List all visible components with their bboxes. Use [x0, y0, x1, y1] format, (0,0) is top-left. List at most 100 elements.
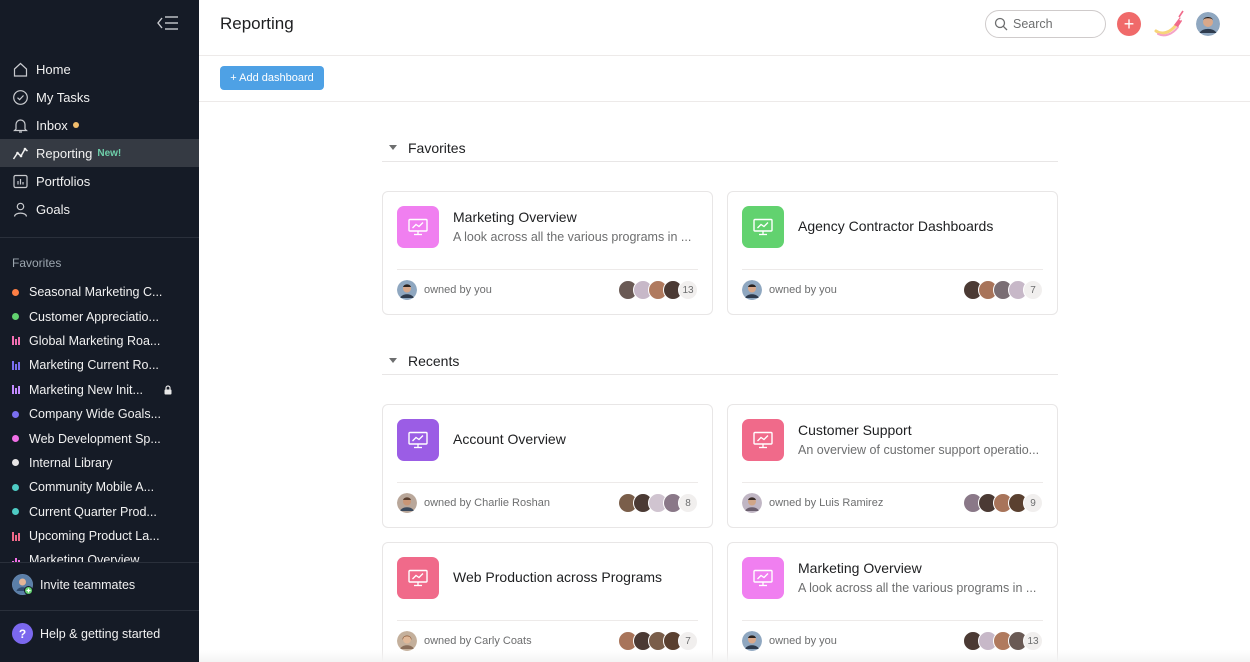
card-divider	[742, 269, 1043, 270]
owner-avatar	[742, 493, 762, 513]
member-avatars[interactable]: 7	[618, 631, 698, 651]
owner-avatar	[742, 631, 762, 651]
card-divider	[742, 620, 1043, 621]
favorites-header: Favorites	[12, 256, 62, 270]
caret-down-icon	[389, 358, 397, 363]
dashboard-card[interactable]: Marketing Overview A look across all the…	[382, 191, 713, 315]
owner-avatar	[397, 280, 417, 300]
portfolio-bars-icon	[12, 360, 21, 370]
favorite-item[interactable]: Community Mobile A...	[0, 475, 199, 499]
section-title: Recents	[408, 352, 460, 369]
recents-section-header[interactable]: Recents	[382, 347, 1058, 375]
member-avatars[interactable]: 7	[963, 280, 1043, 300]
user-avatar[interactable]	[1196, 12, 1220, 36]
favorite-label: Marketing Current Ro...	[29, 358, 159, 373]
project-color-dot	[12, 288, 19, 296]
sidebar-item-reporting[interactable]: Reporting New!	[0, 139, 199, 167]
card-divider	[397, 620, 698, 621]
sidebar: Home My Tasks Inbox Reporting New! Portf…	[0, 0, 199, 662]
favorite-item[interactable]: Current Quarter Prod...	[0, 500, 199, 524]
sidebar-item-goals[interactable]: Goals	[0, 195, 199, 223]
member-count: 13	[1023, 631, 1043, 651]
card-description: A look across all the various programs i…	[798, 581, 1037, 595]
member-avatars[interactable]: 9	[963, 493, 1043, 513]
owner-label: owned by you	[769, 635, 837, 647]
dashboard-icon	[397, 557, 439, 599]
favorites-section-header[interactable]: Favorites	[382, 134, 1058, 162]
dashboard-icon	[397, 206, 439, 248]
dashboard-icon	[397, 419, 439, 461]
card-owner: owned by you	[742, 631, 837, 651]
help-button[interactable]: ? Help & getting started	[12, 623, 160, 644]
owner-label: owned by Charlie Roshan	[424, 497, 550, 509]
add-dashboard-button[interactable]: + Add dashboard	[220, 66, 324, 90]
favorite-item[interactable]: Upcoming Product La...	[0, 524, 199, 548]
member-count: 7	[1023, 280, 1043, 300]
dashboard-card[interactable]: Agency Contractor Dashboards owned by yo…	[727, 191, 1058, 315]
quick-add-button[interactable]: +	[1117, 12, 1141, 36]
dashboard-icon	[742, 419, 784, 461]
toolbar: + Add dashboard	[199, 56, 1250, 102]
member-count: 7	[678, 631, 698, 651]
favorite-item[interactable]: Seasonal Marketing C...	[0, 280, 199, 304]
sidebar-item-label: My Tasks	[36, 89, 90, 105]
dashboard-card[interactable]: Account Overview owned by Charlie Roshan…	[382, 404, 713, 528]
bell-icon	[12, 117, 29, 134]
dashboard-card[interactable]: Web Production across Programs owned by …	[382, 542, 713, 662]
card-owner: owned by Carly Coats	[397, 631, 532, 651]
dashboard-card[interactable]: Marketing Overview A look across all the…	[727, 542, 1058, 662]
portfolio-bars-icon	[12, 336, 21, 346]
top-bar: Reporting Search +	[199, 0, 1250, 56]
project-color-dot	[12, 459, 19, 467]
page-title: Reporting	[220, 14, 294, 33]
project-color-dot	[12, 435, 19, 443]
member-avatars[interactable]: 8	[618, 493, 698, 513]
member-count: 8	[678, 493, 698, 513]
card-description: An overview of customer support operatio…	[798, 443, 1040, 457]
invite-label: Invite teammates	[40, 577, 136, 592]
favorite-item[interactable]: Global Marketing Roa...	[0, 329, 199, 353]
card-title: Web Production across Programs	[453, 569, 663, 585]
card-title: Customer Support	[798, 422, 912, 438]
caret-down-icon	[389, 145, 397, 150]
sidebar-item-inbox[interactable]: Inbox	[0, 111, 199, 139]
favorite-label: Web Development Sp...	[29, 431, 161, 446]
search-input[interactable]: Search	[985, 10, 1106, 38]
sidebar-item-label: Portfolios	[36, 173, 91, 189]
sidebar-item-home[interactable]: Home	[0, 55, 199, 83]
owner-avatar	[397, 631, 417, 651]
favorite-item[interactable]: Marketing Overview	[0, 548, 199, 562]
check-circle-icon	[12, 89, 29, 106]
sidebar-item-my-tasks[interactable]: My Tasks	[0, 83, 199, 111]
sidebar-item-portfolios[interactable]: Portfolios	[0, 167, 199, 195]
sidebar-item-label: Home	[36, 61, 71, 77]
member-avatars[interactable]: 13	[963, 631, 1043, 651]
invite-avatar-icon	[12, 574, 33, 595]
help-icon: ?	[12, 623, 33, 644]
celebration-unicorn-icon[interactable]	[1154, 9, 1186, 39]
sidebar-item-label: Inbox	[36, 117, 68, 133]
card-title: Account Overview	[453, 431, 566, 447]
sidebar-item-label: Reporting	[36, 145, 93, 161]
owner-avatar	[397, 493, 417, 513]
favorite-item[interactable]: Marketing New Init...	[0, 378, 199, 402]
unread-dot	[72, 122, 79, 128]
invite-teammates-button[interactable]: Invite teammates	[12, 574, 135, 595]
card-owner: owned by Charlie Roshan	[397, 493, 550, 513]
favorite-item[interactable]: Marketing Current Ro...	[0, 353, 199, 377]
member-avatars[interactable]: 13	[618, 280, 698, 300]
dashboard-card[interactable]: Customer Support An overview of customer…	[727, 404, 1058, 528]
sidebar-divider	[0, 237, 199, 238]
favorite-item[interactable]: Internal Library	[0, 451, 199, 475]
favorite-item[interactable]: Web Development Sp...	[0, 426, 199, 450]
card-divider	[742, 482, 1043, 483]
card-title: Marketing Overview	[798, 560, 922, 576]
card-owner: owned by Luis Ramirez	[742, 493, 883, 513]
portfolio-bars-icon	[12, 385, 21, 395]
lock-icon	[164, 385, 172, 395]
sidebar-divider	[0, 610, 199, 611]
favorite-item[interactable]: Company Wide Goals...	[0, 402, 199, 426]
collapse-sidebar-icon[interactable]	[156, 14, 180, 32]
favorite-item[interactable]: Customer Appreciatio...	[0, 304, 199, 328]
sidebar-item-label: Goals	[36, 201, 70, 217]
